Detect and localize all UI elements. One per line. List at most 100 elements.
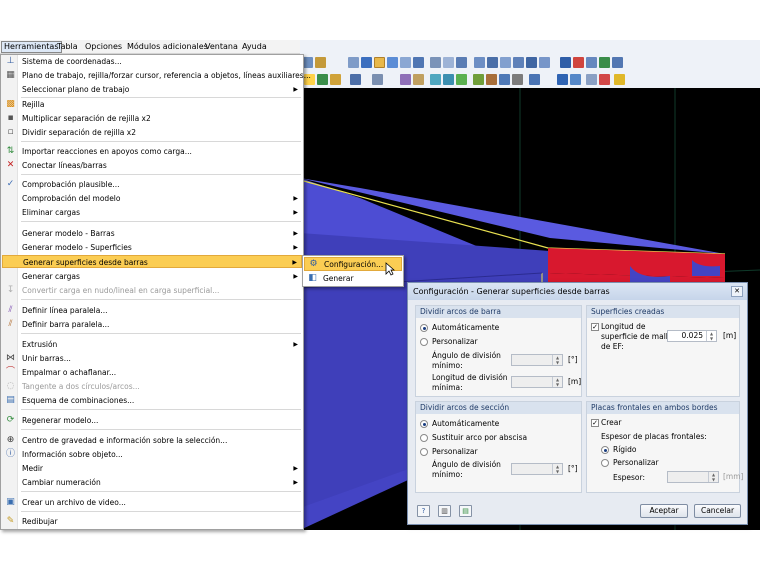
toolbar-persp-icon[interactable] [539,57,550,68]
menu-item-renumber[interactable]: Cambiar numeración ▶ [2,476,302,489]
menu-item-video-file[interactable]: ▣ Crear un archivo de video... [2,496,302,509]
menu-item-combination-scheme[interactable]: ▤ Esquema de combinaciones... [2,394,302,407]
radio-bar-arcs-custom[interactable] [420,338,428,346]
menu-herramientas[interactable]: Herramientas [1,41,62,53]
checkbox-create-end-plates[interactable]: ✓ [591,419,599,427]
toolbar-support-icon[interactable] [317,74,328,85]
toolbar-solid2-icon[interactable] [443,74,454,85]
help-icon[interactable]: ? [417,505,430,517]
radio-section-arcs-automatic[interactable] [420,420,428,428]
toolbar-node-icon[interactable] [350,74,361,85]
radio-bar-arcs-automatic[interactable] [420,324,428,332]
menu-item-import-reactions[interactable]: ⇅ Importar reacciones en apoyos como car… [2,145,302,158]
spin-arrows-icon[interactable]: ▲ ▼ [708,472,718,482]
defaults-icon[interactable]: ▥ [438,505,451,517]
bar-arcs-min-length-input[interactable]: ▲ ▼ [511,376,563,388]
menu-item-work-plane[interactable]: ▦ Plano de trabajo, rejilla/forzar curso… [2,69,311,82]
toolbar-active-icon[interactable] [374,57,385,68]
menu-item-generate-model-surfaces[interactable]: Generar modelo - Superficies ▶ [2,241,302,254]
radio-end-plates-custom[interactable] [601,459,609,467]
toolbar-calc-icon[interactable] [599,57,610,68]
toolbar-side-icon[interactable] [513,57,524,68]
menu-item-connect-lines[interactable]: ✕ Conectar líneas/barras [2,159,302,172]
toolbar-beam-icon[interactable] [315,57,326,68]
fe-mesh-length-input[interactable]: 0.025 ▲ ▼ [667,330,717,342]
section-arcs-min-angle-input[interactable]: ▲ ▼ [511,463,563,475]
toolbar-zoom-icon[interactable] [430,57,441,68]
cancel-button[interactable]: Cancelar [694,504,741,518]
toolbar-iso-icon[interactable] [413,57,424,68]
toolbar-member-icon[interactable] [486,74,497,85]
end-plate-thickness-input[interactable]: ▲ ▼ [667,471,719,483]
toolbar-pan-icon[interactable] [443,57,454,68]
spin-arrows-icon[interactable]: ▲ ▼ [706,331,716,341]
toolbar-set-icon[interactable] [529,74,540,85]
toolbar-report-icon[interactable] [612,57,623,68]
save-defaults-icon[interactable]: ▤ [459,505,472,517]
toolbar-line-icon[interactable] [400,74,411,85]
toolbar-check-icon[interactable] [614,74,625,85]
toolbar-material-icon[interactable] [512,74,523,85]
menu-item-regenerate-model[interactable]: ⟳ Regenerar modelo... [2,414,302,427]
menu-item-join-members[interactable]: ⋈ Unir barras... [2,352,302,365]
radio-section-arcs-custom[interactable] [420,448,428,456]
toolbar-print-icon[interactable] [586,57,597,68]
menu-item-redraw[interactable]: ✎ Redibujar [2,515,302,528]
toolbar-rotate-icon[interactable] [456,57,467,68]
toolbar-front-icon[interactable] [474,57,485,68]
toolbar-wire-icon[interactable] [400,57,411,68]
toolbar-snap-icon[interactable] [372,74,383,85]
toolbar-ortho-icon[interactable] [570,74,581,85]
menu-item-grid-divide[interactable]: ▫ Dividir separación de rejilla x2 [2,126,302,139]
toolbar-results-icon[interactable] [573,57,584,68]
menu-modulos-adicionales[interactable]: Módulos adicionales [125,41,210,53]
menu-item-select-work-plane[interactable]: Seleccionar plano de trabajo ▶ [2,83,302,96]
toolbar-top-icon[interactable] [500,57,511,68]
menu-item-generate-model-members[interactable]: Generar modelo - Barras ▶ [2,227,302,240]
toolbar-load-icon[interactable] [330,74,341,85]
menu-item-measure[interactable]: Medir ▶ [2,462,302,475]
menu-item-model-check[interactable]: Comprobación del modelo ▶ [2,192,302,205]
bar-arcs-min-angle-input[interactable]: ▲ ▼ [511,354,563,366]
accept-button[interactable]: Aceptar [640,504,688,518]
menu-item-generate-surfaces-from-members[interactable]: Generar superficies desde barras ▶ [2,255,302,268]
spin-arrows-icon[interactable]: ▲ ▼ [552,377,562,387]
menu-item-delete-loads[interactable]: Eliminar cargas ▶ [2,206,302,219]
menu-item-extrusion[interactable]: Extrusión ▶ [2,338,302,351]
menu-item-plausibility-check[interactable]: ✓ Comprobación plausible... [2,178,302,191]
toolbar-table-icon[interactable] [560,57,571,68]
menu-ayuda[interactable]: Ayuda [240,41,269,53]
menu-ventana[interactable]: Ventana [203,41,240,53]
toolbar-bottom-icon[interactable] [526,57,537,68]
spin-arrows-icon[interactable]: ▲ ▼ [552,355,562,365]
toolbar-render-icon[interactable] [361,57,372,68]
toolbar-back-icon[interactable] [487,57,498,68]
menu-item-object-info[interactable]: ⓘ Información sobre objeto... [2,448,302,461]
radio-end-plates-rigid[interactable] [601,446,609,454]
spin-arrows-icon[interactable]: ▲ ▼ [552,464,562,474]
center-of-gravity-icon: ⊕ [6,435,15,445]
toolbar-model-icon[interactable] [348,57,359,68]
menu-item-center-of-gravity[interactable]: ⊕ Centro de gravedad e información sobre… [2,434,302,447]
toolbar-delete-icon[interactable] [599,74,610,85]
toolbar-dim-icon[interactable] [586,74,597,85]
menu-opciones[interactable]: Opciones [83,41,124,53]
menu-item-grid-multiply[interactable]: ▪ Multiplicar separación de rejilla x2 [2,112,302,125]
toolbar-arc-icon[interactable] [413,74,424,85]
menu-item-grid[interactable]: ▩ Rejilla [2,98,302,111]
checkbox-fe-mesh-length[interactable]: ✓ [591,323,599,331]
menu-item-generate-loads[interactable]: Generar cargas ▶ [2,270,302,283]
radio-section-arcs-replace[interactable] [420,434,428,442]
menu-tabla[interactable]: Tabla [55,41,80,53]
close-icon[interactable]: ✕ [731,286,743,297]
menu-item-fillet-chamfer[interactable]: ⌒ Empalmar o achaflanar... [2,366,302,379]
toolbar-surface-icon[interactable] [430,74,441,85]
toolbar-opening-icon[interactable] [456,74,467,85]
toolbar-hinge-icon[interactable] [473,74,484,85]
toolbar-grid-icon[interactable] [557,74,568,85]
menu-item-coordinate-system[interactable]: ⊥ Sistema de coordenadas... [2,55,302,68]
toolbar-section-icon[interactable] [499,74,510,85]
menu-item-parallel-member[interactable]: ⫽ Definir barra paralela... [2,318,302,331]
menu-item-parallel-line[interactable]: ⫽ Definir línea paralela... [2,304,302,317]
toolbar-solid-icon[interactable] [387,57,398,68]
